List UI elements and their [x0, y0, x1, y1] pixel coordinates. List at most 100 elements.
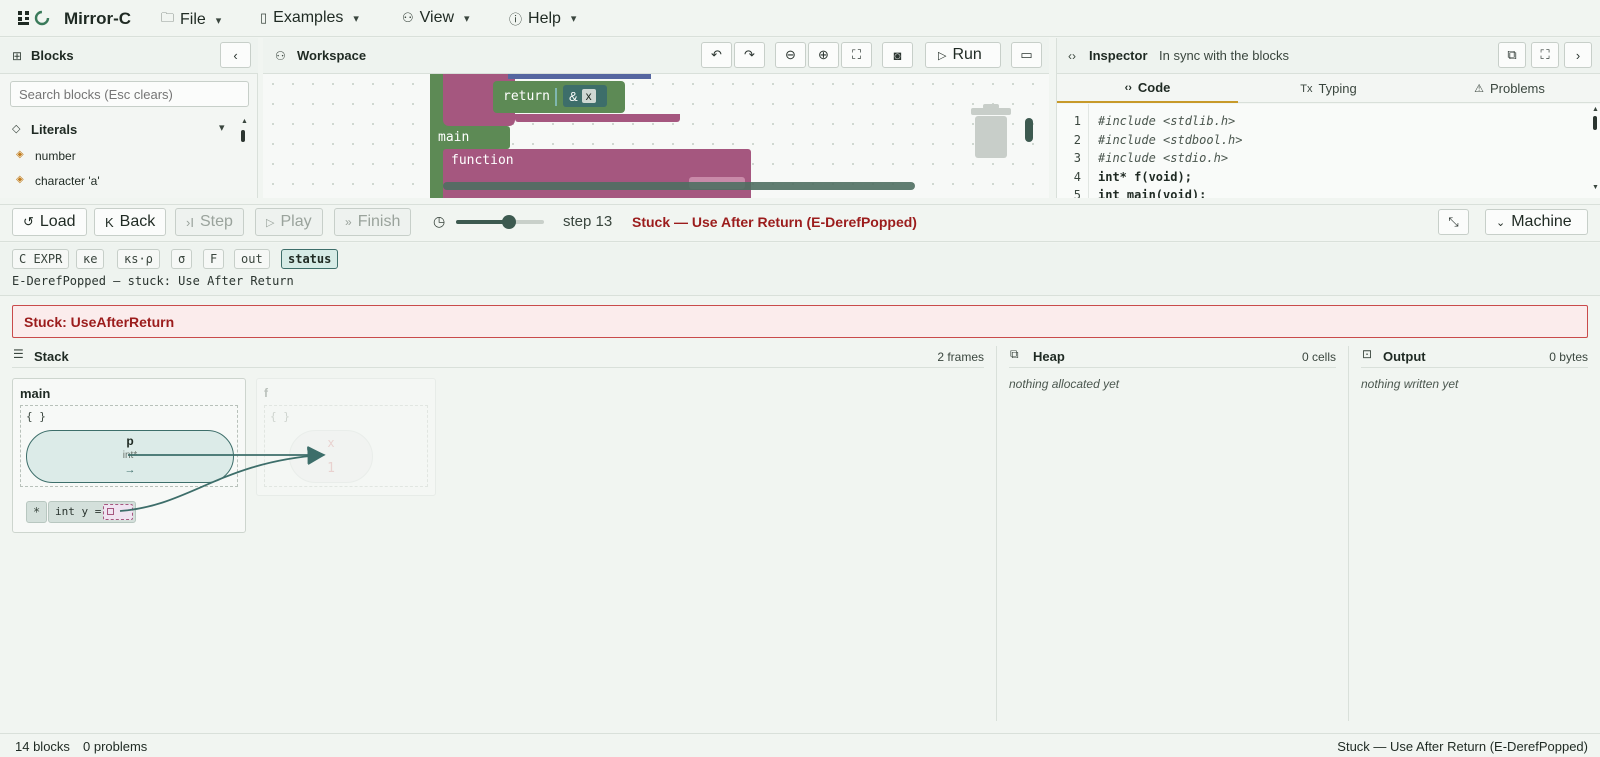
run-button[interactable]: ▷ Run — [925, 42, 1001, 68]
code-editor[interactable]: 1 2 3 4 5 #include <stdlib.h> #include <… — [1057, 104, 1600, 198]
block-count: 14 blocks — [15, 739, 70, 754]
pointer-source-slot[interactable] — [103, 504, 133, 520]
var-type: int* — [122, 450, 138, 461]
menu-view[interactable]: ⚇ View ▾ — [402, 9, 470, 27]
workspace-h-scrollbar[interactable] — [443, 182, 915, 190]
workspace-title: Workspace — [297, 48, 367, 63]
workspace-v-scrollbar[interactable] — [1025, 118, 1033, 142]
warning-icon: ⚠ — [1474, 83, 1484, 95]
copy-icon: ⧉ — [1507, 47, 1517, 62]
copy-button[interactable]: ⧉ — [1498, 42, 1526, 68]
fullscreen-button[interactable]: ⛶ — [1531, 42, 1559, 68]
block-function-label: function — [451, 153, 514, 168]
stack-icon: ☰ — [13, 347, 24, 361]
redo-button[interactable]: ↷ — [734, 42, 765, 68]
blocks-scrollbar[interactable]: ▲ — [240, 118, 248, 180]
menu-examples[interactable]: ▯ Examples ▾ — [260, 9, 359, 27]
reload-icon: ↺ — [23, 214, 34, 229]
menu-help[interactable]: ⓘ Help ▾ — [509, 9, 576, 28]
toggle-panel-button[interactable]: ▭ — [1011, 42, 1042, 68]
chevron-down-icon: ▾ — [215, 14, 222, 27]
back-button[interactable]: K Back — [94, 208, 167, 236]
book-icon: ▯ — [260, 10, 268, 25]
code-icon: ‹› — [1124, 81, 1132, 94]
undo-icon: ↶ — [711, 47, 722, 62]
app-title: Mirror-C — [64, 9, 132, 28]
block-main-function[interactable]: function — [443, 149, 751, 198]
undo-button[interactable]: ↶ — [701, 42, 732, 68]
stack-title: Stack — [34, 349, 69, 364]
terminal-icon: ⊡ — [1362, 347, 1373, 361]
tab-typing-label: Typing — [1318, 81, 1357, 96]
menu-examples-label: Examples — [273, 9, 344, 26]
machine-toggle[interactable]: ⌄ Machine — [1485, 209, 1588, 235]
play-label: Play — [280, 213, 312, 230]
heap-title: Heap — [1033, 349, 1065, 364]
chip-sigma[interactable]: σ — [171, 249, 193, 269]
speed-slider[interactable] — [456, 212, 544, 232]
finish-button[interactable]: » Finish — [334, 208, 412, 236]
typing-icon: Tx — [1300, 82, 1313, 95]
block-item[interactable]: ◈ character 'a' — [0, 171, 240, 193]
play-button[interactable]: ▷ Play — [255, 208, 323, 236]
workspace-canvas[interactable]: return & x main function — [263, 74, 1049, 198]
tab-typing[interactable]: Tx Typing — [1238, 74, 1419, 103]
chip-kappa-s-rho[interactable]: κs·ρ — [117, 249, 160, 269]
scope-label: { } — [26, 410, 46, 423]
collapse-panel-button[interactable]: ‹ — [220, 42, 251, 68]
chip-status[interactable]: status — [281, 249, 339, 269]
screenshot-button[interactable]: ◙ — [882, 42, 913, 68]
tab-code[interactable]: ‹› Code — [1057, 74, 1238, 103]
output-empty-text: nothing written yet — [1361, 377, 1459, 391]
trash-icon[interactable] — [969, 104, 1013, 160]
grid-icon: ⊞ — [12, 49, 23, 63]
collapse-inspector-button[interactable]: › — [1564, 42, 1592, 68]
code-line: int main(void); — [1098, 188, 1207, 198]
output-title: Output — [1383, 349, 1426, 364]
block-item[interactable]: ◈ number — [0, 146, 240, 168]
literal-icon: ◈ — [16, 174, 24, 185]
block-main[interactable]: main — [430, 126, 510, 149]
code-scrollbar[interactable]: ▲ ▼ — [1592, 106, 1599, 194]
chevron-down-icon: ▾ — [570, 13, 577, 25]
variable-cell-p[interactable]: p int* → — [26, 430, 234, 483]
tab-problems[interactable]: ⚠ Problems — [1419, 74, 1600, 103]
zoom-in-button[interactable]: ⊕ — [808, 42, 839, 68]
line-number: 2 — [1073, 132, 1081, 147]
back-icon: K — [105, 214, 114, 230]
chip-c-expr[interactable]: C EXPR — [12, 249, 70, 269]
block-fragment — [508, 74, 651, 79]
chip-f[interactable]: F — [203, 249, 225, 269]
workspace-panel: ⚇ Workspace ↶ ↷ ⊖ ⊕ ⛶ ◙ ▷ Run ▭ return & … — [263, 38, 1049, 198]
block-return-label: return — [503, 89, 550, 104]
step-label: Step — [199, 213, 233, 230]
chip-kappa-e[interactable]: κe — [76, 249, 105, 269]
var-name: p — [126, 434, 134, 448]
step-button[interactable]: ›I Step — [175, 208, 244, 236]
fit-view-button[interactable]: ⛶ — [841, 42, 872, 68]
expr-text: int y = — [55, 505, 102, 518]
zoom-out-icon: ⊖ — [785, 47, 796, 62]
block-address-of[interactable]: & x — [563, 85, 607, 107]
finish-label: Finish — [357, 213, 401, 230]
search-blocks-input[interactable] — [10, 81, 249, 107]
machine-label: Machine — [1511, 213, 1572, 230]
compact-view-button[interactable]: ⤡ — [1438, 209, 1469, 235]
category-literals[interactable]: ◇ Literals ▾ — [0, 118, 240, 142]
tab-code-label: Code — [1137, 80, 1171, 95]
zoom-out-button[interactable]: ⊖ — [775, 42, 806, 68]
rule-text: E-DerefPopped — stuck: Use After Return — [12, 274, 294, 288]
menu-file[interactable]: 🗀 File ▾ — [161, 9, 221, 31]
expr-int-y: int y = — [48, 501, 136, 523]
variable-cell-x[interactable]: x 1 — [289, 430, 373, 483]
chip-out[interactable]: out — [234, 249, 270, 269]
pointer-arrow-icon: → — [124, 464, 136, 476]
var-x-chip[interactable]: x — [581, 89, 596, 103]
frame-name: f — [264, 386, 268, 400]
camera-icon: ◙ — [893, 47, 902, 63]
tab-problems-label: Problems — [1489, 81, 1545, 96]
load-button[interactable]: ↺ Load — [12, 208, 87, 236]
output-count: 0 bytes — [1549, 350, 1588, 364]
block-return[interactable]: return & x — [493, 81, 625, 113]
chevron-down-icon: ▾ — [464, 12, 470, 25]
